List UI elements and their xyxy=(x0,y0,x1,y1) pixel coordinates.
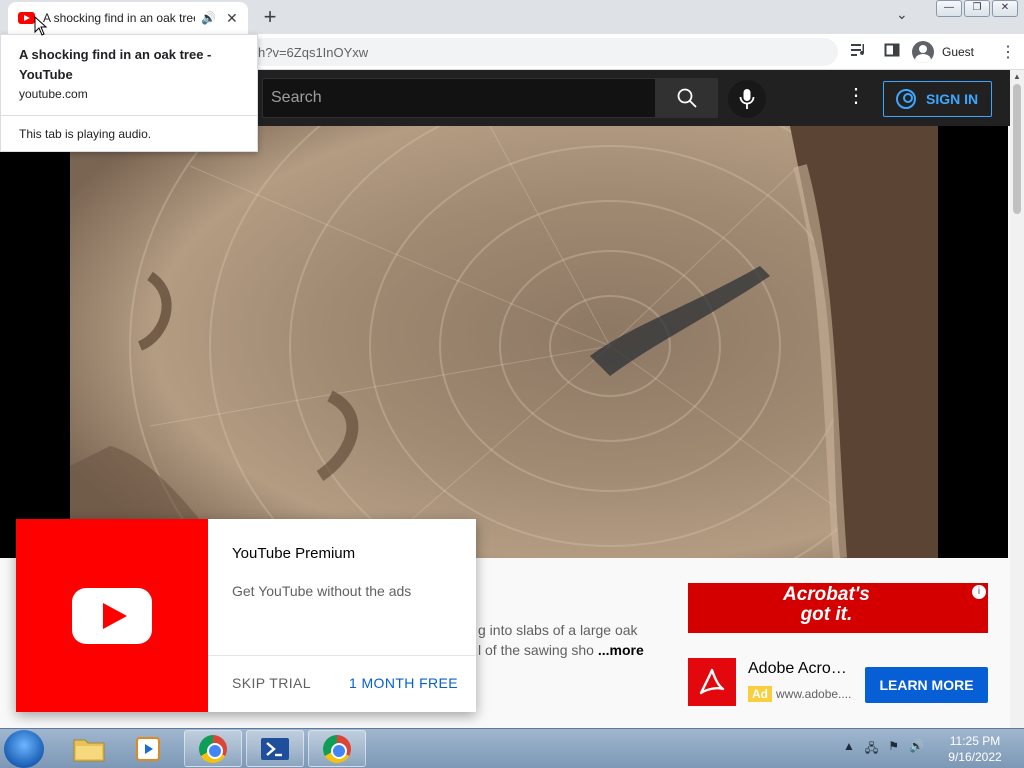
window-controls: — ❐ ✕ xyxy=(936,0,1018,17)
search-icon xyxy=(677,88,697,108)
tab-title: A shocking find in an oak tree - YouTube xyxy=(43,11,195,25)
youtube-premium-promo: YouTube Premium Get YouTube without the … xyxy=(16,519,476,712)
windows-taskbar: ▲ 🖧 ⚑ 🔊 11:25 PM 9/16/2022 xyxy=(0,728,1024,768)
tab-close-icon[interactable]: ✕ xyxy=(226,10,238,27)
clock-date: 9/16/2022 xyxy=(948,750,1002,764)
action-center-icon[interactable]: ⚑ xyxy=(888,739,899,760)
hover-card-domain: youtube.com xyxy=(19,87,88,101)
taskbar-chrome-1[interactable] xyxy=(184,730,242,767)
screen: A shocking find in an oak tree - YouTube… xyxy=(0,0,1024,768)
hover-card-title: A shocking find in an oak tree - YouTube xyxy=(19,47,212,82)
one-month-free-button[interactable]: 1 MONTH FREE xyxy=(349,675,458,691)
acrobat-logo-icon xyxy=(688,658,736,706)
ad-banner-line-1: Acrobat's xyxy=(783,584,870,605)
media-player-icon xyxy=(136,736,160,761)
hover-card-divider xyxy=(1,115,257,116)
hover-card-audio-status: This tab is playing audio. xyxy=(19,127,152,141)
account-icon xyxy=(896,89,916,109)
folder-icon xyxy=(73,739,105,761)
promo-subtitle: Get YouTube without the ads xyxy=(232,583,412,599)
close-window-button[interactable]: ✕ xyxy=(992,0,1018,17)
mouse-cursor-icon xyxy=(34,16,48,36)
show-more-link[interactable]: ...more xyxy=(598,642,644,658)
oak-log-cross-section-image xyxy=(70,126,938,558)
taskbar-media-player[interactable] xyxy=(120,730,178,767)
search-button[interactable] xyxy=(656,78,718,118)
page-scrollbar[interactable]: ▲ xyxy=(1010,70,1024,728)
speaker-icon[interactable]: 🔊 xyxy=(201,11,216,25)
network-icon[interactable]: 🖧 xyxy=(865,739,878,760)
video-description[interactable]: g into slabs of a large oak l of the saw… xyxy=(478,620,648,660)
ad-card: Adobe Acrob... Ad www.adobe.... LEARN MO… xyxy=(688,658,988,710)
sign-in-button[interactable]: SIGN IN xyxy=(883,81,992,117)
search-input[interactable]: Search xyxy=(262,78,656,118)
chrome-icon xyxy=(199,734,227,763)
side-panel-icon[interactable] xyxy=(884,42,900,62)
video-player[interactable] xyxy=(0,126,1008,558)
address-bar[interactable]: h?v=6Zqs1InOYxw xyxy=(250,38,838,66)
video-frame[interactable] xyxy=(70,126,938,558)
description-line-1: g into slabs of a large oak xyxy=(478,622,638,638)
ad-banner-text: Acrobat's got it. xyxy=(783,585,870,625)
ad-badge: Ad xyxy=(748,686,772,702)
youtube-favicon-icon xyxy=(18,12,35,24)
settings-menu-icon[interactable]: ⋮ xyxy=(846,86,866,106)
minimize-button[interactable]: — xyxy=(936,0,962,17)
powershell-icon xyxy=(261,737,289,760)
tab-strip: A shocking find in an oak tree - YouTube… xyxy=(0,0,1024,34)
description-line-2: l of the sawing sho xyxy=(478,642,594,658)
taskbar-explorer[interactable] xyxy=(60,730,118,767)
system-tray: ▲ 🖧 ⚑ 🔊 xyxy=(843,739,924,760)
ad-banner-line-2: got it. xyxy=(800,604,853,625)
media-control-icon[interactable] xyxy=(850,42,868,62)
ad-url: www.adobe.... xyxy=(776,687,852,701)
tray-expand-icon[interactable]: ▲ xyxy=(843,739,855,760)
skip-trial-button[interactable]: SKIP TRIAL xyxy=(232,675,311,691)
clock[interactable]: 11:25 PM 9/16/2022 xyxy=(944,733,1006,765)
promo-image xyxy=(16,519,208,712)
acrobat-ad-banner[interactable]: Acrobat's got it. i xyxy=(688,583,988,633)
taskbar-chrome-2[interactable] xyxy=(308,730,366,767)
scroll-thumb[interactable] xyxy=(1013,84,1021,214)
youtube-logo-icon xyxy=(72,587,152,644)
microphone-icon xyxy=(739,89,755,109)
volume-icon[interactable]: 🔊 xyxy=(909,739,924,760)
start-button[interactable] xyxy=(4,730,44,768)
taskbar-powershell[interactable] xyxy=(246,730,304,767)
promo-title: YouTube Premium xyxy=(232,545,356,562)
profile-label: Guest xyxy=(942,45,975,59)
tab-search-icon[interactable]: ⌄ xyxy=(896,6,908,23)
chrome-menu-icon[interactable]: ⋮ xyxy=(1000,42,1016,62)
profile-button[interactable]: Guest xyxy=(908,39,982,65)
scroll-up-icon[interactable]: ▲ xyxy=(1010,72,1024,84)
ad-info-icon[interactable]: i xyxy=(972,585,986,599)
promo-divider xyxy=(208,655,476,656)
voice-search-button[interactable] xyxy=(728,80,766,118)
learn-more-button[interactable]: LEARN MORE xyxy=(865,667,988,703)
ad-title[interactable]: Adobe Acrob... xyxy=(748,660,852,678)
new-tab-button[interactable]: + xyxy=(258,4,282,30)
restore-button[interactable]: ❐ xyxy=(964,0,990,17)
avatar-icon xyxy=(912,41,934,63)
sign-in-label: SIGN IN xyxy=(926,91,979,107)
tab-hover-card: A shocking find in an oak tree - YouTube… xyxy=(0,34,258,152)
chrome-icon xyxy=(323,734,351,763)
clock-time: 11:25 PM xyxy=(949,734,1001,748)
